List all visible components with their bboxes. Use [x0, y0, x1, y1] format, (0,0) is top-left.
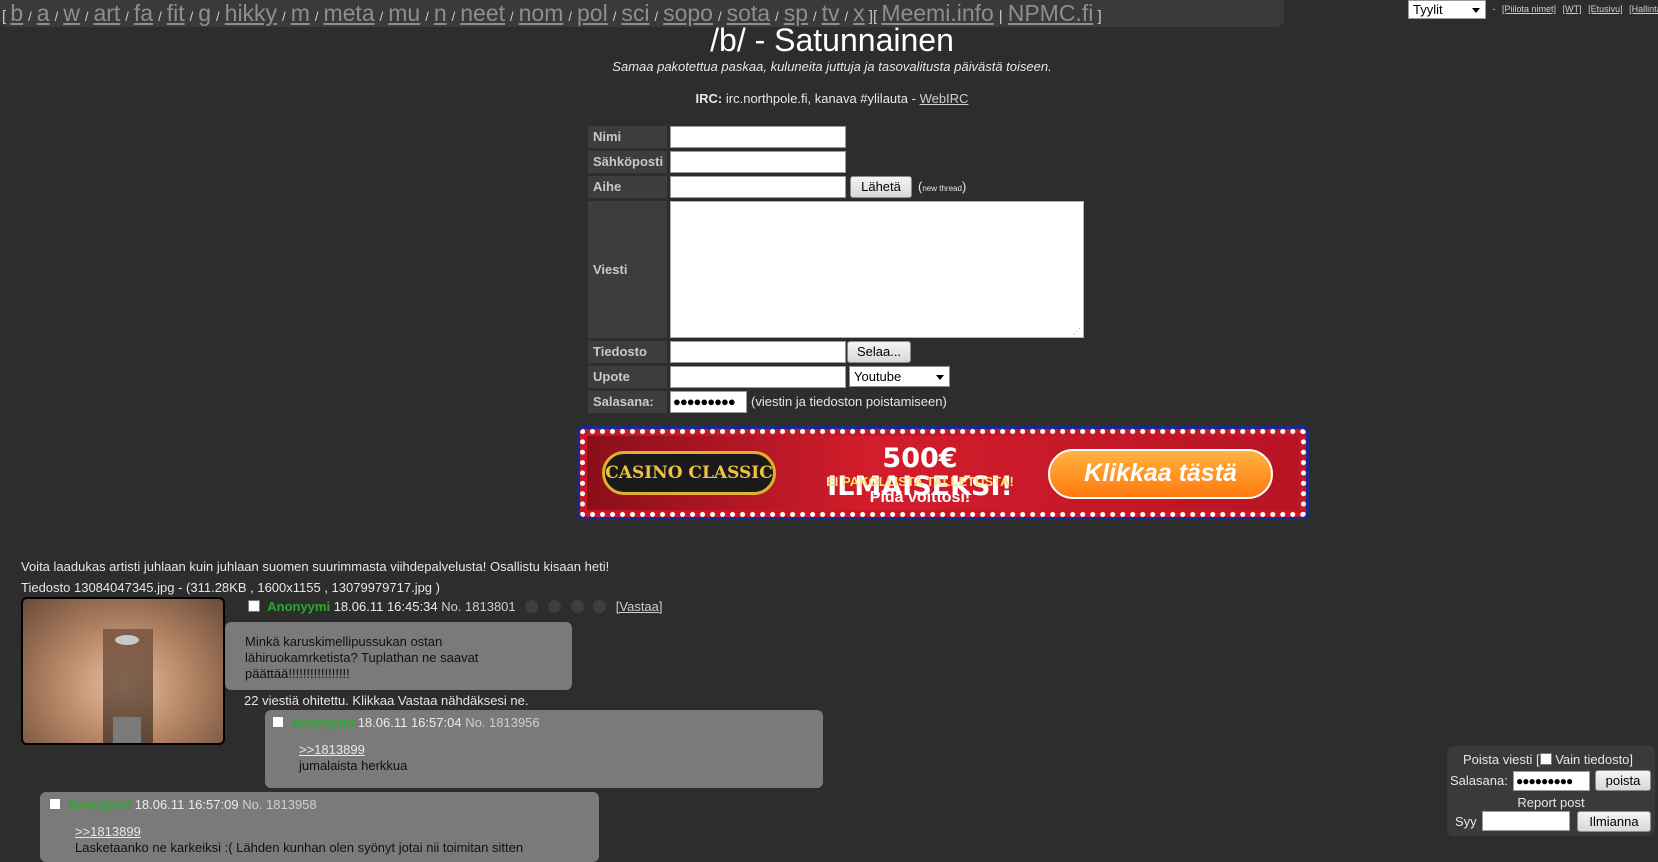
password-field[interactable]: ●●●●●●●●●: [670, 391, 747, 413]
hide-icon[interactable]: [525, 600, 539, 613]
banner-logo: CASINO CLASSIC: [602, 451, 776, 495]
resize-handle-icon[interactable]: ⋰: [1073, 327, 1081, 336]
announcement: Voita laadukas artisti juhlaan kuin juhl…: [21, 559, 610, 574]
banner-cta-button[interactable]: Klikkaa tästä: [1048, 449, 1273, 499]
delete-password-field[interactable]: ●●●●●●●●●: [1513, 771, 1590, 791]
hide-names-link[interactable]: [Piilota nimet]: [1502, 4, 1556, 14]
embed-label: Upote: [588, 366, 667, 388]
post-number[interactable]: No. 1813801: [441, 599, 515, 614]
post-text: jumalaista herkkua: [299, 758, 408, 773]
password-label: Salasana:: [588, 391, 667, 413]
post-number[interactable]: No. 1813956: [465, 715, 539, 730]
post-number[interactable]: No. 1813958: [242, 797, 316, 812]
wt-link[interactable]: [WT]: [1563, 4, 1582, 14]
quote-link[interactable]: >>1813899: [75, 824, 141, 839]
file-path-field[interactable]: [670, 341, 846, 363]
message-textarea[interactable]: ⋰: [670, 201, 1084, 338]
omitted-notice: 22 viestiä ohitettu. Klikkaa Vastaa nähd…: [244, 693, 529, 708]
post-text: Minkä karuskimellipussukan ostan lähiruo…: [245, 634, 479, 681]
report-icon[interactable]: [547, 600, 561, 613]
reply-header: Anonyymi 18.06.11 16:57:09 No. 1813958: [49, 797, 317, 812]
chevron-down-icon: [1472, 8, 1480, 13]
report-title: Report post: [1517, 795, 1585, 810]
password-note: (viestin ja tiedoston poistamiseen): [751, 394, 947, 409]
email-field[interactable]: [670, 151, 846, 173]
op-post-header: Anonyymi 18.06.11 16:45:34 No. 1813801 […: [248, 599, 663, 614]
post-image-thumbnail[interactable]: [21, 597, 225, 745]
page-subtitle: Samaa pakotettua paskaa, kuluneita juttu…: [612, 59, 1052, 74]
banner-line3: Pidä voittosi!: [869, 489, 971, 506]
email-label: Sähköposti: [588, 151, 667, 173]
reply-select-checkbox[interactable]: [272, 716, 284, 728]
page-title: /b/ - Satunnainen: [710, 22, 954, 58]
banner-line2: EI PAKOLLISTA TALLETUSTA!: [826, 474, 1014, 489]
delete-title: Poista viesti [: [1463, 752, 1540, 767]
post-date: 18.06.11 16:57:09: [134, 797, 239, 812]
reply-select-checkbox[interactable]: [49, 798, 61, 810]
post-date: 18.06.11 16:45:34: [333, 599, 438, 614]
new-thread-note: (new thread): [918, 179, 967, 194]
subject-label: Aihe: [588, 176, 667, 198]
expand-icon[interactable]: [570, 600, 584, 613]
reply-post: Anonyymi 18.06.11 16:57:09 No. 1813958 >…: [40, 792, 599, 862]
webirc-link[interactable]: WebIRC: [920, 91, 969, 106]
file-label: Tiedosto: [588, 341, 667, 363]
delete-report-box: Poista viesti [ Vain tiedosto] Salasana:…: [1447, 746, 1655, 836]
embed-type-select[interactable]: Youtube: [849, 366, 950, 387]
name-label: Nimi: [588, 126, 667, 148]
message-label: Viesti: [588, 201, 667, 338]
reply-link[interactable]: [Vastaa]: [616, 599, 663, 614]
subject-field[interactable]: [670, 176, 846, 198]
file-only-checkbox[interactable]: [1539, 753, 1552, 765]
reply-header: Anonyymi 18.06.11 16:57:04 No. 1813956: [272, 715, 540, 730]
frontpage-link[interactable]: [Etusivu]: [1588, 4, 1623, 14]
post-date: 18.06.11 16:57:04: [357, 715, 462, 730]
file-only-label: Vain tiedosto]: [1555, 752, 1634, 767]
poster-name: Anonyymi: [291, 715, 355, 730]
post-text: Lasketaanko ne karkeiksi :( Lähden kunha…: [75, 840, 524, 855]
browse-button[interactable]: Selaa...: [847, 341, 911, 363]
style-select[interactable]: Tyylit: [1408, 0, 1486, 19]
poster-name: Anonyymi: [68, 797, 132, 812]
reply-post: Anonyymi 18.06.11 16:57:04 No. 1813956 >…: [265, 710, 823, 788]
file-info: Tiedosto 13084047345.jpg - (311.28KB , 1…: [21, 580, 440, 595]
submit-button[interactable]: Lähetä: [850, 176, 912, 198]
op-select-checkbox[interactable]: [248, 600, 260, 612]
report-button[interactable]: Ilmianna: [1577, 811, 1651, 832]
reason-field[interactable]: [1482, 811, 1570, 831]
irc-info: IRC: irc.northpole.fi, kanava #ylilauta …: [695, 91, 969, 106]
casino-banner-ad[interactable]: CASINO CLASSIC 500€ ILMAISEKSI! EI PAKOL…: [577, 426, 1309, 520]
embed-field[interactable]: [670, 366, 846, 388]
name-field[interactable]: [670, 126, 846, 148]
quote-link[interactable]: >>1813899: [299, 742, 365, 757]
admin-link[interactable]: [Hallinta]: [1629, 4, 1658, 14]
comment-icon[interactable]: [593, 600, 607, 613]
poster-name: Anonyymi: [267, 599, 331, 614]
delete-button[interactable]: poista: [1595, 770, 1651, 791]
delete-password-label: Salasana:: [1450, 773, 1508, 788]
reason-label: Syy: [1455, 814, 1477, 829]
chevron-down-icon: [936, 375, 944, 380]
top-right-controls: Tyylit - [Piilota nimet] [WT] [Etusivu] …: [1408, 0, 1658, 19]
op-post-body: Minkä karuskimellipussukan ostan lähiruo…: [225, 622, 572, 690]
